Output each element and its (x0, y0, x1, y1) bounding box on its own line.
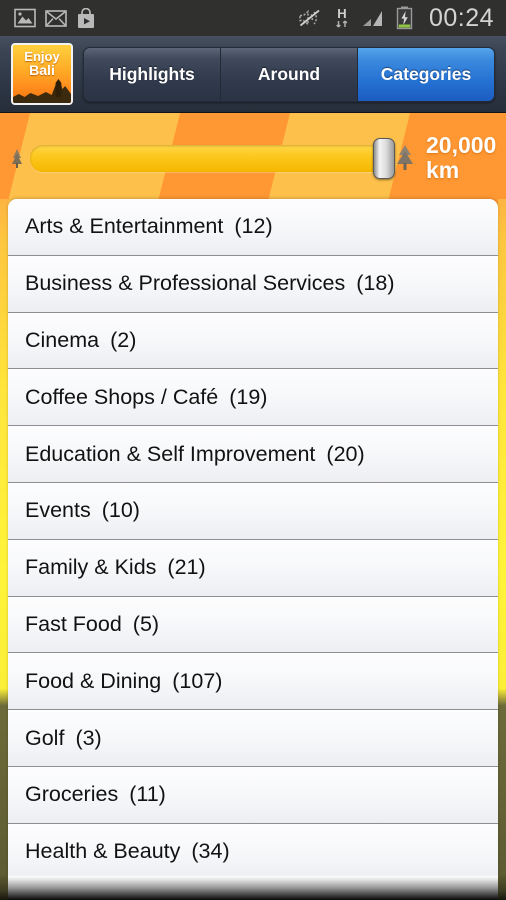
list-item[interactable]: Health & Beauty (34) (8, 823, 498, 879)
list-item[interactable]: Groceries (11) (8, 766, 498, 824)
sound-muted-icon (299, 9, 320, 27)
tab-bar: Highlights Around Categories (83, 46, 495, 102)
list-rail-left (0, 199, 8, 879)
signal-bars-icon (362, 11, 382, 26)
category-label: Fast Food (25, 611, 122, 636)
category-count: (2) (110, 327, 137, 352)
list-item[interactable]: Family & Kids (21) (8, 539, 498, 597)
enjoy-bali-logo[interactable]: Enjoy Bali (11, 43, 73, 105)
status-clock: 00:24 (428, 3, 494, 32)
list-item[interactable]: Food & Dining (107) (8, 653, 498, 711)
status-notification-icons (14, 7, 96, 29)
category-label: Coffee Shops / Café (25, 384, 219, 409)
status-bar: H 00:24 (0, 0, 506, 36)
scroll-fade-rail-left (0, 876, 8, 900)
category-count: (21) (167, 555, 206, 580)
play-store-bag-icon (78, 7, 94, 28)
category-label: Health & Beauty (25, 839, 181, 864)
category-label: Golf (25, 725, 65, 750)
category-label: Arts & Entertainment (25, 214, 224, 239)
category-label: Family & Kids (25, 555, 157, 580)
distance-value: 20,000 km (426, 132, 497, 183)
category-count: (10) (101, 498, 140, 523)
screenshot-image-icon (14, 8, 36, 28)
list-item[interactable]: Events (10) (8, 482, 498, 540)
battery-charging-icon (396, 6, 413, 30)
hspa-data-icon: H (336, 6, 348, 28)
list-item[interactable]: Cinema (2) (8, 312, 498, 370)
small-tree-icon (12, 149, 22, 168)
list-item[interactable]: Education & Self Improvement (20) (8, 426, 498, 483)
svg-text:H: H (337, 6, 346, 21)
category-count: (3) (75, 725, 102, 750)
app-header: Enjoy Bali Highlights Around Categories (0, 36, 506, 113)
category-label: Education & Self Improvement (25, 441, 316, 466)
scroll-fade-indicator (8, 876, 498, 900)
category-label: Events (25, 498, 91, 523)
category-label: Food & Dining (25, 668, 162, 693)
category-count: (20) (326, 441, 365, 466)
category-count: (19) (229, 384, 268, 409)
category-count: (34) (191, 839, 230, 864)
distance-filter: 20,000 km (0, 119, 506, 197)
distance-slider[interactable] (30, 137, 395, 179)
category-count: (11) (129, 782, 166, 807)
category-count: (12) (234, 214, 273, 239)
logo-text: Enjoy Bali (13, 50, 71, 77)
category-list[interactable]: Arts & Entertainment (12) Business & Pro… (8, 199, 498, 879)
status-system-icons: H 00:24 (297, 4, 494, 33)
category-label: Cinema (25, 327, 100, 352)
email-icon (45, 9, 67, 27)
tab-around[interactable]: Around (221, 47, 358, 101)
list-item[interactable]: Golf (3) (8, 710, 498, 767)
category-count: (5) (132, 611, 160, 636)
list-rail-right (498, 199, 506, 879)
list-item[interactable]: Fast Food (5) (8, 596, 498, 654)
tab-categories[interactable]: Categories (358, 47, 494, 101)
slider-thumb[interactable] (373, 137, 395, 179)
logo-temple-silhouette (13, 79, 71, 103)
logo-line-2: Bali (29, 61, 55, 78)
category-label: Groceries (25, 782, 119, 807)
list-item[interactable]: Arts & Entertainment (12) (8, 199, 498, 256)
category-count: (18) (356, 271, 395, 296)
list-item[interactable]: Coffee Shops / Café (19) (8, 369, 498, 427)
scroll-fade-rail-right (498, 876, 506, 900)
list-item[interactable]: Business & Professional Services (18) (8, 255, 498, 313)
app-root: H 00:24 Enjoy Bali Highlights Around Cat… (0, 0, 506, 900)
category-label: Business & Professional Services (25, 271, 346, 296)
tab-highlights[interactable]: Highlights (84, 47, 221, 101)
category-count: (107) (172, 668, 223, 693)
